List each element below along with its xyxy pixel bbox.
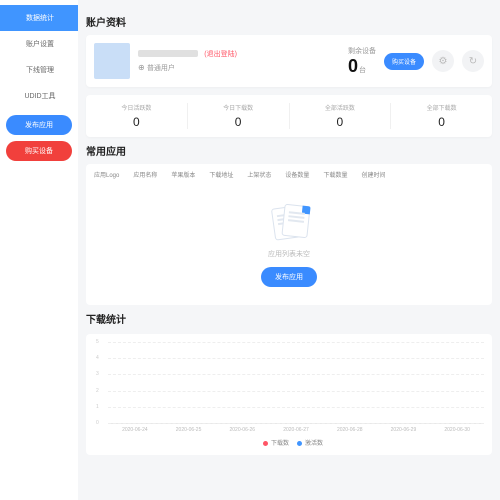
app-table-header: 应用Logo 应用名称 苹果版本 下载地址 上架状态 设备数量 下载数量 创建时间 [86,164,492,185]
apps-title: 常用应用 [86,143,492,158]
stat-item: 全部下载数0 [391,103,492,129]
publish-app-button[interactable]: 发布应用 [6,115,72,135]
buy-device-button[interactable]: 购买设备 [6,141,72,161]
table-column: 应用名称 [133,170,157,179]
profile-card: (退出登陆) 普通用户 剩余设备 0台 购买设备 ⚙ ↻ [86,35,492,87]
publish-app-button-empty[interactable]: 发布应用 [261,267,317,287]
sidebar-item-0[interactable]: 数据统计 [0,5,78,31]
table-column: 设备数量 [285,170,309,179]
download-chart: 012345 2020-06-242020-06-252020-06-26202… [86,334,492,455]
chart-title: 下载统计 [86,311,492,326]
remain-value: 0 [348,56,358,76]
account-title: 账户资料 [86,14,492,29]
sidebar: 数据统计账户设置下线管理UDID工具 发布应用 购买设备 [0,0,78,500]
table-column: 下载数量 [323,170,347,179]
main-content: 账户资料 (退出登陆) 普通用户 剩余设备 0台 购买设备 ⚙ ↻ 今日活跃数0… [78,0,500,500]
empty-state: 应用列表未空 发布应用 [86,185,492,305]
table-column: 下载地址 [209,170,233,179]
username [138,50,198,57]
remain-label: 剩余设备 [348,46,376,56]
stats-row: 今日活跃数0今日下载数0全部活跃数0全部下载数0 [86,95,492,137]
sidebar-item-1[interactable]: 账户设置 [0,31,78,57]
sidebar-item-2[interactable]: 下线管理 [0,57,78,83]
settings-icon[interactable]: ⚙ [432,50,454,72]
buy-device-button-inline[interactable]: 购买设备 [384,53,424,70]
stat-item: 全部活跃数0 [290,103,392,129]
table-column: 应用Logo [94,170,119,179]
table-column: 苹果版本 [171,170,195,179]
refresh-icon[interactable]: ↻ [462,50,484,72]
user-role: 普通用户 [138,63,340,73]
logout-link[interactable]: (退出登陆) [204,51,237,58]
stat-item: 今日下载数0 [188,103,290,129]
legend-item: 激活数 [305,441,323,447]
table-column: 上架状态 [247,170,271,179]
stat-item: 今日活跃数0 [86,103,188,129]
legend-item: 下载数 [271,441,289,447]
sidebar-item-3[interactable]: UDID工具 [0,83,78,109]
avatar [94,43,130,79]
empty-icon [265,203,313,243]
table-column: 创建时间 [361,170,385,179]
empty-text: 应用列表未空 [86,249,492,259]
